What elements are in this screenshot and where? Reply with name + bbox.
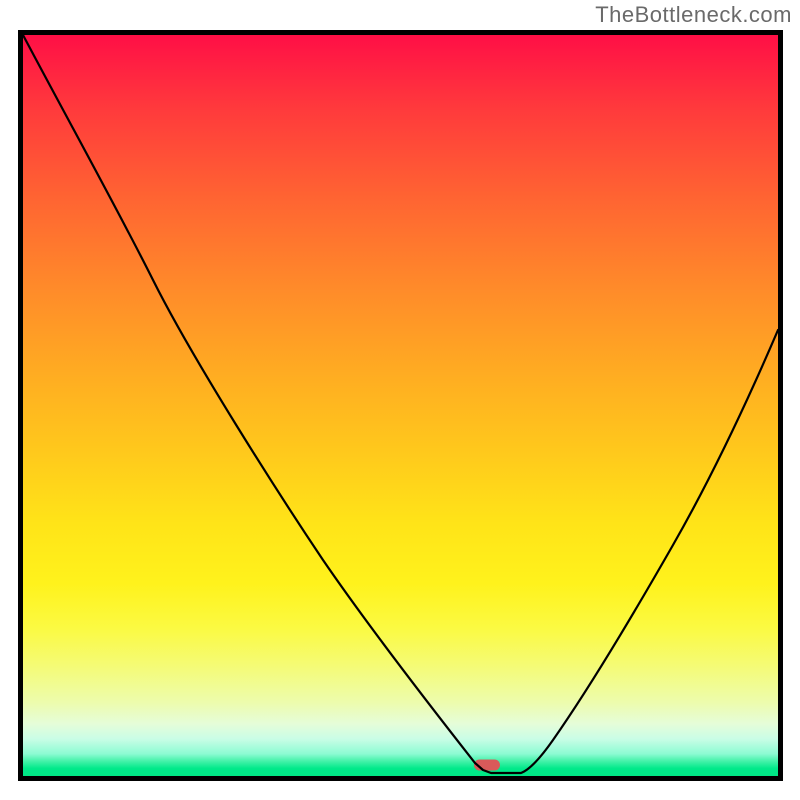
watermark-text: TheBottleneck.com <box>595 2 792 28</box>
bottleneck-curve <box>23 35 778 776</box>
chart-frame <box>18 30 783 781</box>
curve-path <box>23 35 778 773</box>
